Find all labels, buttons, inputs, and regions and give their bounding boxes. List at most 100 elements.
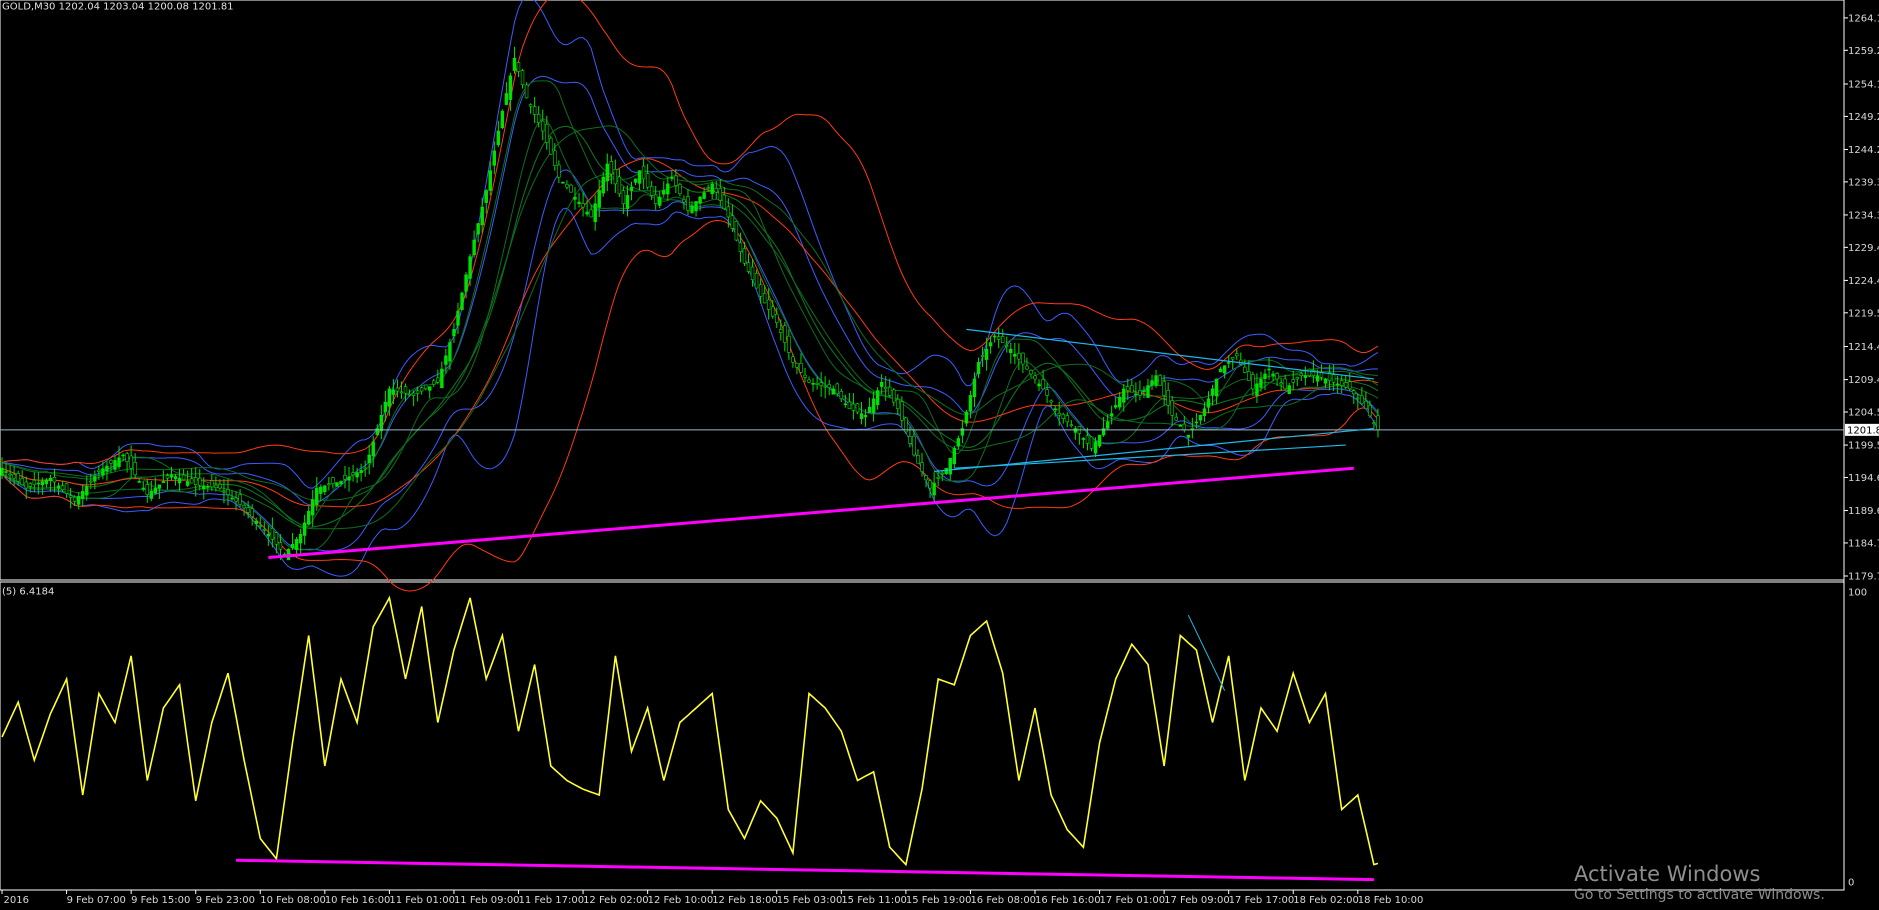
candle-body (883, 386, 888, 390)
candle-body (1279, 382, 1283, 385)
candle-body (589, 209, 593, 218)
candle-body (976, 362, 981, 375)
candle-body (1105, 421, 1110, 429)
time-tick-label: 10 Feb 16:00 (325, 895, 391, 906)
candle-body (541, 120, 545, 132)
oscillator-label: (5) 6.4184 (2, 586, 54, 597)
candle-body (153, 487, 158, 494)
candle-body (1186, 434, 1191, 438)
price-tick-label: 1204.5 (1848, 408, 1879, 419)
price-tick-label: 1224.4 (1848, 276, 1879, 287)
candle-body (1190, 428, 1195, 430)
candle-body (1178, 424, 1182, 427)
candle-body (843, 403, 848, 406)
candle-body (64, 483, 69, 494)
candle-body (407, 393, 412, 396)
candle-body (315, 487, 319, 505)
candle-body (218, 483, 222, 489)
candle-body (274, 532, 279, 545)
time-tick-label: 18 Feb 10:00 (1358, 895, 1424, 906)
candle-body (827, 384, 831, 389)
candle-body (48, 477, 53, 482)
candle-body (193, 477, 198, 486)
candle-body (266, 534, 271, 537)
candle-body (185, 481, 190, 486)
candle-body (940, 472, 944, 475)
time-tick-label: 11 Feb 01:00 (389, 895, 455, 906)
candle-body (1146, 385, 1150, 398)
candle-body (24, 481, 28, 489)
candle-body (690, 205, 694, 213)
price-tick-label: 1194.6 (1848, 473, 1879, 484)
candle-body (379, 415, 384, 432)
candle-body (908, 436, 912, 444)
candle-body (12, 473, 16, 479)
candle-body (387, 388, 392, 407)
candle-body (484, 190, 488, 203)
candle-body (1021, 352, 1025, 365)
candle-body (545, 123, 549, 143)
price-tick-label: 1189.6 (1848, 506, 1879, 517)
candle-body (1166, 389, 1170, 406)
candle-body (129, 455, 133, 469)
candle-body (343, 474, 347, 480)
candle-body (645, 173, 650, 188)
candle-body (1323, 378, 1328, 384)
oscillator-tick-label: 0 (1848, 878, 1854, 889)
candle-body (72, 496, 77, 502)
candle-body (617, 176, 622, 195)
candle-body (1263, 373, 1267, 379)
candle-body (488, 170, 492, 191)
price-tick-label: 1184.7 (1848, 538, 1879, 549)
mt4-chart[interactable]: 1264.1 1259.2 1254.1 1249.2 1244.2 1239.3 1234… (0, 0, 1879, 910)
candle-body (1041, 379, 1045, 390)
candle-body (516, 62, 521, 72)
candle-body (335, 482, 339, 487)
time-tick-label: 11 Feb 09:00 (454, 895, 520, 906)
candle-body (1376, 415, 1380, 431)
time-tick-label: 17 Feb 01:00 (1100, 895, 1166, 906)
candle-body (581, 203, 585, 208)
candle-body (1210, 388, 1215, 396)
candle-body (1331, 374, 1336, 383)
candle-body (1372, 422, 1376, 425)
time-tick-label: 17 Feb 17:00 (1229, 895, 1295, 906)
candle-body (411, 392, 416, 396)
candle-body (1122, 388, 1126, 403)
candle-body (173, 476, 178, 480)
time-tick-label: 12 Feb 10:00 (648, 895, 714, 906)
candle-body (1235, 353, 1239, 357)
time-tick-label: 11 Feb 17:00 (519, 895, 585, 906)
price-tick-label: 1249.2 (1848, 112, 1879, 123)
candle-body (871, 398, 876, 413)
candle-body (157, 484, 162, 489)
candle-body (625, 195, 630, 209)
candle-body (601, 176, 605, 194)
candle-body (738, 242, 743, 252)
candle-body (585, 211, 589, 215)
candle-body (1243, 366, 1247, 373)
candle-body (165, 475, 170, 479)
candle-body (403, 386, 408, 394)
time-tick-label: 12 Feb 18:00 (712, 895, 778, 906)
candle-body (496, 130, 501, 146)
candle-body (605, 163, 609, 182)
candle-body (278, 542, 283, 550)
candle-body (0, 467, 4, 476)
candle-body (1045, 389, 1049, 396)
candle-body (113, 460, 117, 470)
candle-body (520, 70, 525, 85)
candle-body (924, 475, 928, 481)
candle-body (762, 293, 767, 304)
candle-body (609, 161, 614, 175)
candle-body (694, 201, 698, 212)
candle-body (875, 390, 880, 406)
candle-body (1259, 378, 1263, 388)
time-tick-label: 16 Feb 08:00 (970, 895, 1036, 906)
candle-body (311, 499, 315, 516)
candle-body (1089, 436, 1094, 449)
candle-body (68, 495, 73, 498)
candle-body (137, 481, 141, 483)
candle-body (347, 476, 351, 481)
candle-body (577, 201, 581, 205)
